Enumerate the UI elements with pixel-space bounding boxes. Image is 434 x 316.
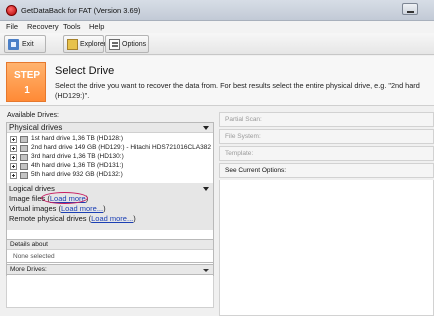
more-drives-header[interactable]: More Drives: bbox=[6, 264, 214, 275]
menu-file[interactable]: File bbox=[6, 22, 18, 31]
drive-label: 3rd hard drive 1,36 TB (HD130:) bbox=[31, 153, 124, 160]
title-bar: GetDataBack for FAT (Version 3.69) bbox=[0, 0, 434, 21]
details-header[interactable]: Details about bbox=[7, 240, 213, 250]
explorer-button[interactable]: Explorer bbox=[63, 35, 107, 53]
physical-drives-header[interactable]: Physical drives bbox=[7, 123, 213, 133]
drive-label: 1st hard drive 1,36 TB (HD128:) bbox=[31, 135, 124, 142]
drive-label: 5th hard drive 932 GB (HD132:) bbox=[31, 171, 123, 178]
menu-tools[interactable]: Tools bbox=[63, 22, 81, 31]
step-description: Select the drive you want to recover the… bbox=[55, 81, 420, 100]
current-options-label: See Current Options: bbox=[225, 167, 287, 174]
app-icon bbox=[6, 5, 17, 16]
expand-icon[interactable] bbox=[10, 172, 17, 179]
remote-drives-load-more-link[interactable]: Load more... bbox=[91, 214, 133, 223]
other-sources: Logical drives Image files (Load more) V… bbox=[7, 183, 213, 230]
chevron-down-icon bbox=[203, 269, 209, 272]
remote-drives-label: Remote physical drives bbox=[9, 214, 87, 223]
menu-help[interactable]: Help bbox=[89, 22, 104, 31]
image-files-label: Image files bbox=[9, 194, 46, 203]
expand-icon[interactable] bbox=[10, 145, 17, 152]
remote-drives-row: Remote physical drives (Load more...) bbox=[9, 214, 136, 223]
hard-drive-icon bbox=[20, 154, 28, 161]
virtual-images-label: Virtual images bbox=[9, 204, 57, 213]
details-value: None selected bbox=[13, 253, 55, 260]
menu-recovery[interactable]: Recovery bbox=[27, 22, 59, 31]
step-word: STEP bbox=[13, 70, 41, 81]
drive-row[interactable]: 2nd hard drive 149 GB (HD129:) - Hitachi… bbox=[7, 144, 213, 153]
exit-icon bbox=[8, 39, 19, 50]
partial-scan-row[interactable]: Partial Scan: bbox=[219, 112, 434, 127]
hard-drive-icon bbox=[20, 163, 28, 170]
options-area bbox=[219, 180, 434, 316]
file-system-row[interactable]: File System: bbox=[219, 129, 434, 144]
drive-row[interactable]: 1st hard drive 1,36 TB (HD128:) bbox=[7, 135, 213, 144]
toolbar: Exit Explorer Options bbox=[0, 33, 434, 55]
expand-icon[interactable] bbox=[10, 154, 17, 161]
highlight-circle bbox=[41, 192, 88, 204]
physical-drives-label: Physical drives bbox=[9, 123, 63, 132]
details-panel: Details about None selected bbox=[6, 239, 214, 263]
options-label: Options bbox=[122, 41, 147, 48]
step-badge: STEP 1 bbox=[6, 62, 46, 102]
template-row[interactable]: Template: bbox=[219, 146, 434, 161]
hard-drive-icon bbox=[20, 136, 28, 143]
menu-bar: File Recovery Tools Help bbox=[0, 21, 434, 33]
more-drives-label: More Drives: bbox=[10, 266, 47, 273]
chevron-down-icon bbox=[203, 126, 209, 130]
hard-drive-icon bbox=[20, 172, 28, 179]
exit-label: Exit bbox=[22, 41, 34, 48]
virtual-images-row: Virtual images (Load more...) bbox=[9, 204, 106, 213]
checklist-icon bbox=[109, 39, 120, 50]
logical-drives-label[interactable]: Logical drives bbox=[9, 184, 55, 193]
exit-button[interactable]: Exit bbox=[4, 35, 46, 53]
details-label: Details about bbox=[10, 241, 48, 248]
folder-icon bbox=[67, 39, 78, 50]
minimize-button[interactable] bbox=[402, 3, 418, 15]
right-panel: Partial Scan: File System: Template: See… bbox=[219, 112, 434, 316]
hard-drive-icon bbox=[20, 145, 28, 152]
step-header: STEP 1 Select Drive Select the drive you… bbox=[0, 56, 434, 106]
drive-row[interactable]: 4th hard drive 1,36 TB (HD131:) bbox=[7, 162, 213, 171]
expand-icon[interactable] bbox=[10, 163, 17, 170]
window-title: GetDataBack for FAT (Version 3.69) bbox=[21, 6, 141, 15]
drive-row[interactable]: 5th hard drive 932 GB (HD132:) bbox=[7, 171, 213, 180]
available-drives-label: Available Drives: bbox=[7, 112, 60, 119]
template-label: Template: bbox=[225, 150, 254, 157]
virtual-images-load-more-link[interactable]: Load more... bbox=[61, 204, 103, 213]
drive-row[interactable]: 3rd hard drive 1,36 TB (HD130:) bbox=[7, 153, 213, 162]
drive-label: 4th hard drive 1,36 TB (HD131:) bbox=[31, 162, 124, 169]
expand-icon[interactable] bbox=[10, 136, 17, 143]
partial-scan-label: Partial Scan: bbox=[225, 116, 262, 123]
current-options-row[interactable]: See Current Options: bbox=[219, 163, 434, 178]
more-drives-area bbox=[6, 276, 214, 308]
file-system-label: File System: bbox=[225, 133, 261, 140]
step-title: Select Drive bbox=[55, 65, 115, 77]
explorer-label: Explorer bbox=[80, 41, 107, 48]
step-number: 1 bbox=[24, 85, 30, 96]
chevron-down-icon bbox=[203, 187, 209, 191]
options-button[interactable]: Options bbox=[105, 35, 149, 53]
drive-label: 2nd hard drive 149 GB (HD129:) - Hitachi… bbox=[31, 144, 211, 151]
